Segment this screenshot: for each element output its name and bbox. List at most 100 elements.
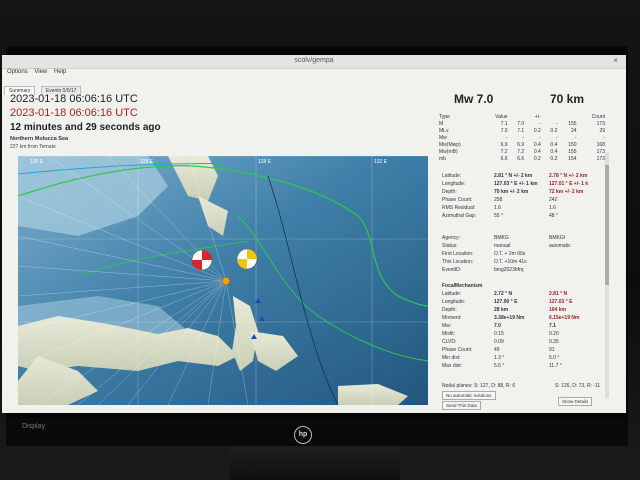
row-value: 6.15e+19 Nm xyxy=(549,315,580,321)
row-label: Longitude: xyxy=(442,299,466,305)
row-value: 0.15 xyxy=(494,331,504,337)
table-header: Type xyxy=(439,113,450,120)
scrollbar-thumb[interactable] xyxy=(605,165,609,285)
table-header: +/- xyxy=(534,113,541,120)
table-cell: 150 xyxy=(568,141,577,148)
table-cell: 7.1 xyxy=(517,127,525,134)
send-data-button[interactable]: Send This Data xyxy=(442,401,481,410)
focal-row: Depth: 28 km 104 km xyxy=(442,307,612,315)
menu-help[interactable]: Help xyxy=(54,69,66,75)
monitor-model-label: Display xyxy=(22,423,45,430)
app-window: scolv/gempa × Options View Help Summary … xyxy=(2,55,626,413)
table-cell: 7.1 xyxy=(500,120,508,127)
row-value: 0.09 xyxy=(494,339,504,345)
row-label: RMS Residual: xyxy=(442,205,476,211)
table-cell: 6.6 xyxy=(500,155,508,162)
focal-row: Misfit: 0.15 0.20 xyxy=(442,331,612,339)
magnitude-table: Type Value +/- Count M 7.1 7.0 - - 155 1… xyxy=(438,113,606,162)
table-cell: 24 xyxy=(570,127,577,134)
event-map[interactable]: 120 E 125 E 128 E 132 E xyxy=(18,156,428,405)
table-cell: Mw(mB) xyxy=(439,148,458,155)
table-cell: mb xyxy=(439,155,446,162)
row-value: BMKGI xyxy=(549,235,566,241)
table-cell: 0.2 xyxy=(533,127,541,134)
row-value: automatic xyxy=(549,243,571,249)
table-cell: 0.2 xyxy=(550,127,558,134)
table-cell: 0.4 xyxy=(533,141,541,148)
table-cell: 0.2 xyxy=(550,155,558,162)
row-label: First Location: xyxy=(442,251,474,257)
beachball-red[interactable] xyxy=(191,249,213,271)
details-panel: Type Value +/- Count M 7.1 7.0 - - 155 1… xyxy=(438,113,618,162)
table-cell: 29 xyxy=(599,127,605,134)
no-automatic-solutions-button[interactable]: No automatic solutions xyxy=(442,391,496,400)
table-cell: 173 xyxy=(596,155,605,162)
table-cell: 155 xyxy=(568,120,577,127)
epicenter-marker[interactable] xyxy=(221,276,231,286)
table-cell: 0.4 xyxy=(533,148,541,155)
graticule-label: 120 E xyxy=(30,159,44,165)
menu-view[interactable]: View xyxy=(34,69,47,75)
agency-row: EventID: bmg2023bfrq xyxy=(442,267,612,275)
row-value: 2.81 ° N +/- 2 km xyxy=(494,173,533,179)
graticule-label: 125 E xyxy=(140,159,154,165)
close-icon[interactable]: × xyxy=(613,56,618,65)
row-value: manual xyxy=(494,243,511,249)
agency-row: Agency: BMKG BMKGI xyxy=(442,235,612,243)
table-row[interactable]: mb 6.6 6.6 0.2 0.2 154 173 xyxy=(438,155,606,162)
table-cell: 0.4 xyxy=(550,141,558,148)
row-label: Agency: xyxy=(442,235,461,241)
table-cell: 0.4 xyxy=(550,148,558,155)
menu-options[interactable]: Options xyxy=(7,69,28,75)
table-cell: 168 xyxy=(596,141,605,148)
agency-row: First Location: O.T. + 2m 00s xyxy=(442,251,612,259)
beachball-yellow[interactable] xyxy=(236,248,258,270)
table-cell: 154 xyxy=(568,155,577,162)
map-canvas: 120 E 125 E 128 E 132 E xyxy=(18,156,428,405)
focal-title: FocalMechanism xyxy=(442,283,483,289)
row-value: 0.35 xyxy=(549,339,559,345)
location-row: Latitude: 2.81 ° N +/- 2 km 2.78 ° N +/- 2… xyxy=(442,173,612,181)
table-row[interactable]: M 7.1 7.0 - - 155 173 xyxy=(438,120,606,127)
row-value: 91 xyxy=(549,347,555,353)
table-cell: 7.2 xyxy=(500,148,508,155)
table-cell: 155 xyxy=(568,148,577,155)
origin-time-local: 2023-01-18 06:06:16 UTC xyxy=(10,107,138,119)
monitor-stand xyxy=(230,446,400,480)
table-row[interactable]: Mw(Mwp) 6.9 6.9 0.4 0.4 150 168 xyxy=(438,141,606,148)
elapsed-time: 12 minutes and 29 seconds ago xyxy=(10,122,161,133)
row-label: Azimuthal Gap: xyxy=(442,213,477,219)
table-row[interactable]: Mw - - - - - - xyxy=(438,134,606,141)
tab-bar: Summary Events 0/0/17 xyxy=(4,79,82,95)
graticule-label: 128 E xyxy=(258,159,272,165)
agency-row: This Location: O.T. +10m 41s xyxy=(442,259,612,267)
location-row: Longitude: 127.03 ° E +/- 1 km 127.01 ° E … xyxy=(442,181,612,189)
focal-row: Moment: 3.38e+19 Nm 6.15e+19 Nm xyxy=(442,315,612,323)
region-name: Northern Molucca Sea xyxy=(10,136,69,142)
table-cell: 173 xyxy=(596,120,605,127)
focal-row: Phase Count: 49 91 xyxy=(442,347,612,355)
table-header xyxy=(542,113,559,120)
show-details-button[interactable]: Show Details xyxy=(558,397,593,406)
row-value: 49 xyxy=(494,347,500,353)
row-value: 70 km +/- 2 km xyxy=(494,189,529,195)
row-value: 127.03 ° E +/- 1 km xyxy=(494,181,538,187)
row-label: Latitude: xyxy=(442,173,462,179)
table-cell: MLv xyxy=(439,127,449,134)
row-label: Misfit: xyxy=(442,331,456,337)
table-row[interactable]: Mw(mB) 7.2 7.2 0.4 0.4 155 173 xyxy=(438,148,606,155)
row-value: 7.1 xyxy=(549,323,556,329)
details-scrollbar[interactable] xyxy=(605,153,609,398)
table-cell: - xyxy=(539,134,541,141)
table-row[interactable]: MLv 7.0 7.1 0.2 0.2 24 29 xyxy=(438,127,606,134)
row-label: Depth: xyxy=(442,307,457,313)
row-label: Moment: xyxy=(442,315,462,321)
focal-row: CLVD: 0.09 0.35 xyxy=(442,339,612,347)
row-value: 127.00 ° E xyxy=(494,299,518,305)
focal-mechanism-section: FocalMechanism Latitude: 2.72 ° N 2.81 ° N… xyxy=(442,283,612,371)
table-cell: 6.9 xyxy=(500,141,508,148)
magnitude-title: Mw 7.0 xyxy=(454,92,494,106)
row-value: O.T. + 2m 00s xyxy=(494,251,526,257)
monitor-chin xyxy=(6,418,628,446)
agency-row: Status: manual automatic xyxy=(442,243,612,251)
